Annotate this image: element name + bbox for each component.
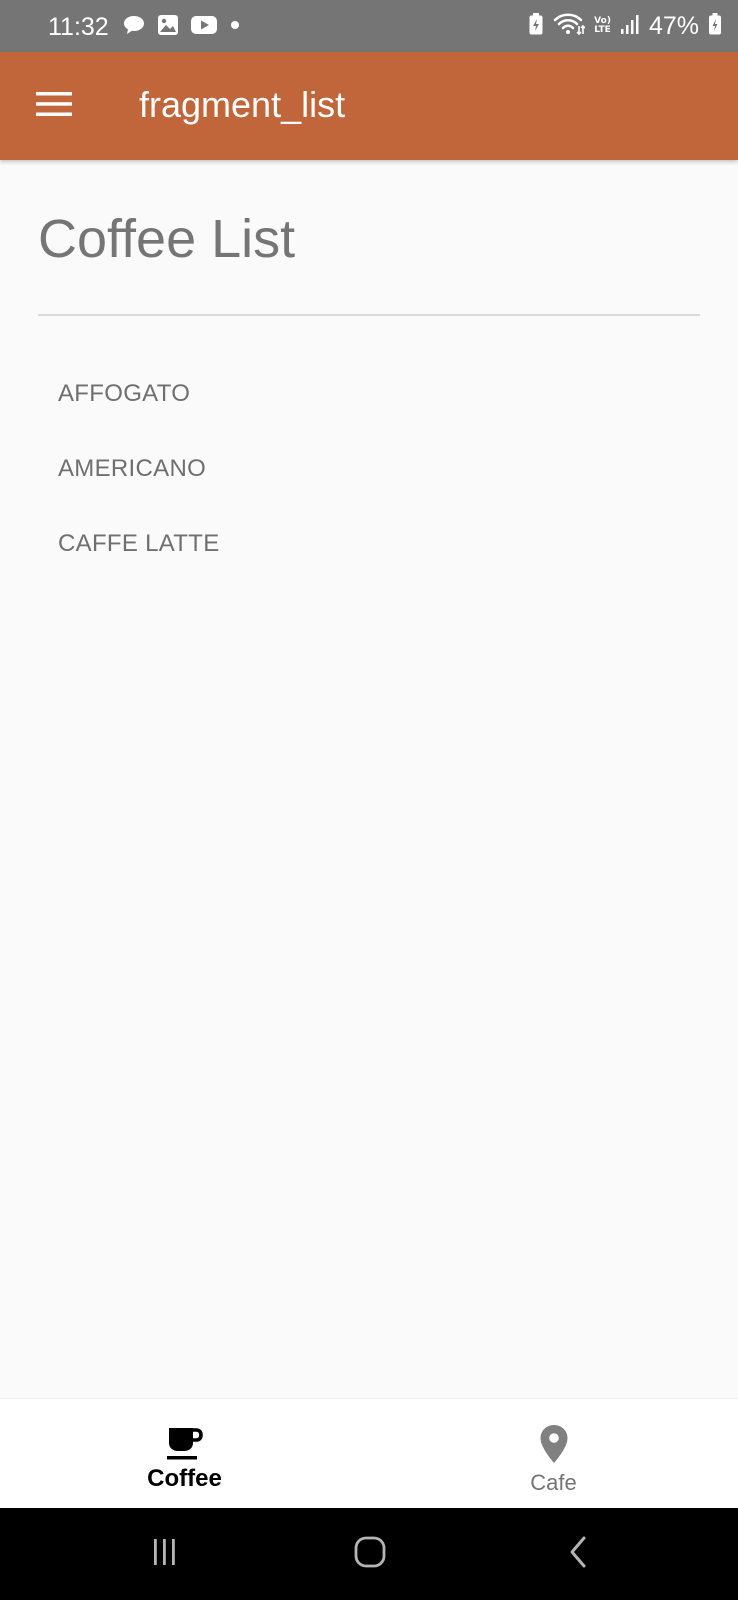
lte-label: LTE [594,25,611,35]
app-bar-title: fragment_list [139,84,346,125]
recent-apps-icon [148,1537,180,1572]
coffee-list: AFFOGATO AMERICANO CAFFE LATTE [0,360,738,585]
page-title: Coffee List [38,209,296,269]
notification-dot-icon [228,14,242,41]
notification-icons [122,14,242,41]
home-button[interactable] [348,1532,392,1576]
app-bar: fragment_list [0,52,738,160]
battery-percent: 47% [648,12,699,40]
tab-coffee[interactable]: Coffee [0,1399,369,1508]
list-item[interactable]: AFFOGATO [0,360,738,435]
bottom-navigation: Coffee Cafe [0,1398,738,1508]
signal-icon [620,13,640,40]
battery-saver-icon [528,12,544,41]
status-time: 11:32 [48,13,109,41]
volte-lte-icon: Vo) LTE [594,17,611,35]
battery-charging-icon [708,12,722,41]
app-screen: 11:32 Vo) LTE 47% fragment_list Coffee L… [0,0,738,1600]
menu-button[interactable] [26,82,82,130]
recent-apps-button[interactable] [142,1532,186,1576]
list-item[interactable]: CAFFE LATTE [0,510,738,585]
hamburger-menu-icon [36,91,72,122]
tab-cafe-label: Cafe [530,1470,577,1495]
home-icon [353,1535,387,1574]
list-item[interactable]: AMERICANO [0,435,738,510]
coffee-cup-icon [165,1424,205,1464]
status-bar: 11:32 Vo) LTE 47% [0,0,738,52]
wifi-icon [553,12,586,41]
youtube-icon [190,14,218,41]
back-button[interactable] [556,1532,600,1576]
system-status-icons: Vo) LTE 47% [528,10,722,42]
tab-cafe[interactable]: Cafe [369,1399,738,1508]
location-pin-icon [534,1424,574,1464]
image-icon [156,14,180,41]
chat-bubble-icon [122,14,146,41]
tab-coffee-label: Coffee [147,1465,222,1492]
system-navigation-bar [0,1508,738,1600]
divider [38,314,700,316]
back-icon [565,1535,591,1574]
